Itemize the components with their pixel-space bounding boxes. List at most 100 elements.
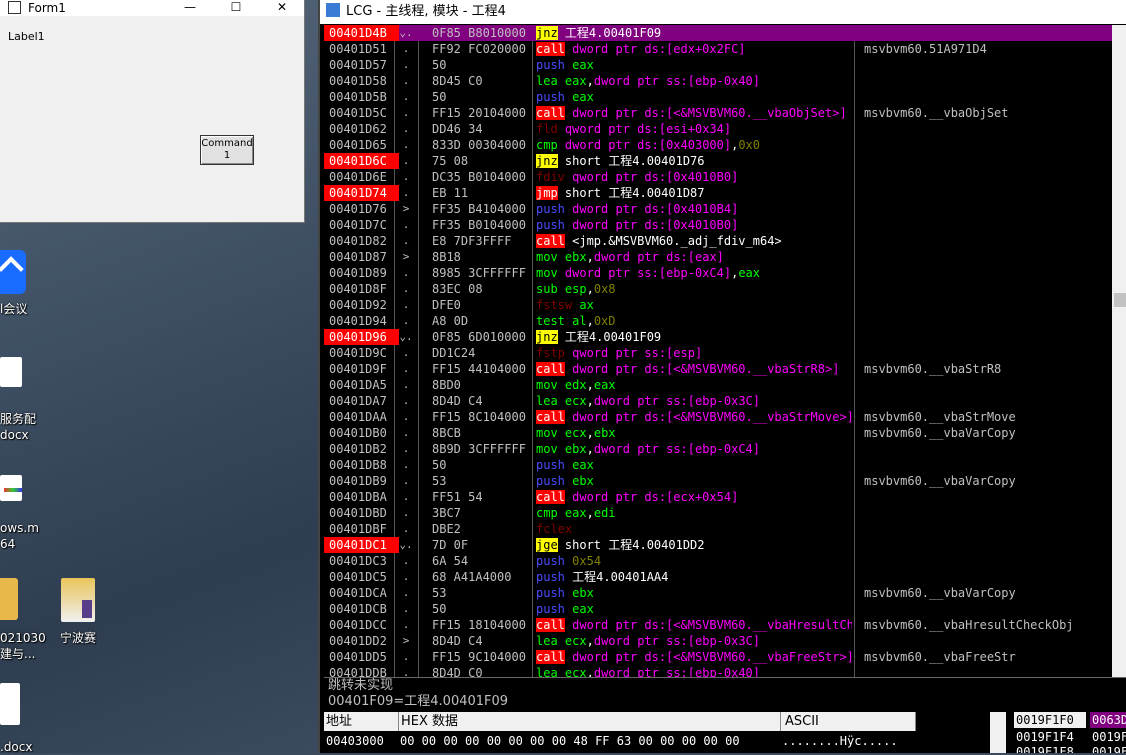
desktop-label[interactable]: 建与... bbox=[0, 647, 35, 662]
dump-col-hex[interactable]: HEX 数据 bbox=[399, 712, 781, 731]
instruction-token: qword ptr ds:[0x4010B0] bbox=[572, 170, 739, 184]
disassembly-scrollbar[interactable] bbox=[1112, 25, 1126, 677]
disasm-address: 00401D65 bbox=[329, 138, 387, 152]
disasm-row[interactable]: 00401D9F. FF15 44104000 call dword ptr ds:… bbox=[324, 361, 1112, 377]
jump-marker: . bbox=[402, 170, 410, 183]
disasm-row[interactable]: 00401D87 >8B18 mov ebx,dword ptr ds:[eax] bbox=[324, 249, 1112, 265]
disasm-instruction: jnz 工程4.00401F09 bbox=[536, 329, 852, 345]
disasm-row[interactable]: 00401D4B ⌄. 0F85 B8010000 jnz 工程4.00401F09 bbox=[324, 25, 1112, 41]
disasm-hex: DFE0 bbox=[432, 298, 461, 312]
instruction-token: ax bbox=[579, 298, 594, 312]
disasm-row[interactable]: 00401D6E. DC35 B0104000 fdiv qword ptr ds:… bbox=[324, 169, 1112, 185]
disasm-row[interactable]: 00401DBD. 3BC7 cmp eax,edi bbox=[324, 505, 1112, 521]
disasm-row[interactable]: 00401D94. A8 0D test al,0xD bbox=[324, 313, 1112, 329]
disasm-row[interactable]: 00401DCC. FF15 18104000 call dword ptr ds:… bbox=[324, 617, 1112, 633]
instruction-token: dword ptr ss:[ebp-0x40] bbox=[593, 666, 761, 677]
disasm-hex: FF35 B0104000 bbox=[432, 218, 526, 232]
instruction-token: , bbox=[586, 394, 594, 408]
disasm-row[interactable]: 00401D74. EB 11 jmp short 工程4.00401D87 bbox=[324, 185, 1112, 201]
desktop-label[interactable]: docx bbox=[0, 428, 29, 443]
disasm-row[interactable]: 00401DD2 >8D4D C4 lea ecx,dword ptr ss:[eb… bbox=[324, 633, 1112, 649]
disasm-row[interactable]: 00401D92. DFE0 fstsw ax bbox=[324, 297, 1112, 313]
disasm-row[interactable]: 00401DB2. 8B9D 3CFFFFFF mov ebx,dword ptr … bbox=[324, 441, 1112, 457]
disassembly-pane[interactable]: 00401D4B ⌄. 0F85 B8010000 jnz 工程4.00401F09 0… bbox=[324, 25, 1112, 677]
desktop-label[interactable]: 服务配 bbox=[0, 412, 36, 427]
disasm-row[interactable]: 00401DC3. 6A 54 push 0x54 bbox=[324, 553, 1112, 569]
disasm-hex: 53 bbox=[432, 586, 447, 600]
form-icon bbox=[8, 1, 21, 14]
disasm-row[interactable]: 00401DB9. 53 push ebx msvbvm60.__vbaVarCopy bbox=[324, 473, 1112, 489]
folder-icon[interactable] bbox=[0, 578, 18, 620]
jump-marker: . bbox=[402, 282, 410, 295]
disasm-row[interactable]: 00401D76 > FF35 B4104000 push dword ptr ds:… bbox=[324, 201, 1112, 217]
disasm-row[interactable]: 00401D6C. 75 08 jnz short 工程4.00401D76 bbox=[324, 153, 1112, 169]
instruction-token bbox=[558, 266, 565, 280]
stack-val-3: 0019F bbox=[1092, 745, 1126, 753]
disasm-row[interactable]: 00401DAA. FF15 8C104000 call dword ptr ds:… bbox=[324, 409, 1112, 425]
instruction-token: dword ptr ds:[<&MSVBVM60.__vbaFreeStr>] bbox=[572, 650, 852, 664]
maximize-icon[interactable]: ☐ bbox=[222, 0, 250, 16]
instruction-token: call bbox=[536, 42, 565, 56]
disasm-address: 00401D62 bbox=[329, 122, 387, 136]
dump-col-addr[interactable]: 地址 bbox=[324, 712, 399, 731]
disasm-row[interactable]: 00401DCA. 53 push ebx msvbvm60.__vbaVarCopy bbox=[324, 585, 1112, 601]
dump-col-ascii[interactable]: ASCII bbox=[781, 712, 916, 731]
dump-pane[interactable]: 地址 HEX 数据 ASCII 00403000 00 00 00 00 00 … bbox=[324, 712, 1126, 753]
disasm-instruction: jnz 工程4.00401F09 bbox=[536, 25, 852, 41]
disasm-instruction: push dword ptr ds:[0x4010B0] bbox=[536, 217, 852, 233]
instruction-token: 工程4.00401AA4 bbox=[564, 570, 669, 584]
desktop-label[interactable]: l会议 bbox=[0, 302, 27, 317]
scrollbar-thumb[interactable] bbox=[1114, 293, 1126, 307]
close-icon[interactable]: ✕ bbox=[268, 0, 296, 16]
disasm-row[interactable]: 00401DD5. FF15 9C104000 call dword ptr ds:… bbox=[324, 649, 1112, 665]
instruction-token: push bbox=[536, 602, 565, 616]
disasm-row[interactable]: 00401DBF. DBE2 fclex bbox=[324, 521, 1112, 537]
disasm-row[interactable]: 00401D62. DD46 34 fld qword ptr ds:[esi+0x… bbox=[324, 121, 1112, 137]
disasm-row[interactable]: 00401DB8. 50 push eax bbox=[324, 457, 1112, 473]
disasm-row[interactable]: 00401D89. 8985 3CFFFFFF mov dword ptr ss:[… bbox=[324, 265, 1112, 281]
disasm-row[interactable]: 00401D96 ⌄. 0F85 6D010000 jnz 工程4.00401F09 bbox=[324, 329, 1112, 345]
disasm-row[interactable]: 00401D58. 8D45 C0 lea eax,dword ptr ss:[eb… bbox=[324, 73, 1112, 89]
disasm-row[interactable]: 00401D7C. FF35 B0104000 push dword ptr ds:… bbox=[324, 217, 1112, 233]
desktop-label[interactable]: 021030 bbox=[0, 631, 46, 646]
disasm-row[interactable]: 00401D8F. 83EC 08 sub esp,0x8 bbox=[324, 281, 1112, 297]
word-doc-icon[interactable] bbox=[0, 357, 22, 387]
disasm-row[interactable]: 00401DCB. 50 push eax bbox=[324, 601, 1112, 617]
disasm-row[interactable]: 00401DA7. 8D4D C4 lea ecx,dword ptr ss:[eb… bbox=[324, 393, 1112, 409]
disasm-row[interactable]: 00401DC1 ⌄. 7D 0F jge short 工程4.00401DD2 bbox=[324, 537, 1112, 553]
disasm-row[interactable]: 00401DBA. FF51 54 call dword ptr ds:[ecx+0… bbox=[324, 489, 1112, 505]
desktop-label[interactable]: 宁波赛 bbox=[60, 631, 96, 646]
stack-addr-2: 0019F1F4 bbox=[1016, 730, 1074, 744]
debugger-titlebar[interactable]: LCG - 主线程, 模块 - 工程4 bbox=[320, 0, 1126, 24]
disasm-row[interactable]: 00401D5B. 50 push eax bbox=[324, 89, 1112, 105]
desktop-label[interactable]: ows.m bbox=[0, 521, 39, 536]
disasm-row[interactable]: 00401D5C. FF15 20104000 call dword ptr ds:… bbox=[324, 105, 1112, 121]
disasm-row[interactable]: 00401D9C. DD1C24 fstp qword ptr ss:[esp] bbox=[324, 345, 1112, 361]
disasm-row[interactable]: 00401D57. 50 push eax bbox=[324, 57, 1112, 73]
form1-titlebar[interactable]: Form1 — ☐ ✕ bbox=[0, 0, 304, 16]
desktop-label[interactable]: 64 bbox=[0, 537, 15, 552]
instruction-token: , bbox=[586, 314, 594, 328]
disasm-instruction: call dword ptr ds:[edx+0x2FC] bbox=[536, 41, 852, 57]
disasm-row[interactable]: 00401DA5. 8BD0 mov edx,eax bbox=[324, 377, 1112, 393]
instruction-token: ebx bbox=[564, 250, 587, 264]
disasm-row[interactable]: 00401DB0. 8BCB mov ecx,ebx msvbvm60.__vbaVa… bbox=[324, 425, 1112, 441]
disasm-row[interactable]: 00401D82. E8 7DF3FFFF call <jmp.&MSVBVM60.… bbox=[324, 233, 1112, 249]
disasm-address: 00401D8F bbox=[329, 282, 387, 296]
instruction-token: dword ptr ds:[<&MSVBVM60.__vbaStrR8>] bbox=[572, 362, 840, 376]
dump-scrollbar[interactable] bbox=[990, 712, 1006, 753]
disasm-row[interactable]: 00401D65. 833D 00304000 cmp dword ptr ds:[… bbox=[324, 137, 1112, 153]
command1-button[interactable]: Command 1 bbox=[200, 135, 254, 165]
disasm-hex: 68 A41A4000 bbox=[432, 570, 512, 584]
command1-label-2: 1 bbox=[223, 150, 231, 161]
minimize-icon[interactable]: — bbox=[176, 0, 204, 16]
disasm-hex: 0F85 6D010000 bbox=[432, 330, 526, 344]
word-doc-icon-2[interactable] bbox=[0, 683, 20, 725]
instruction-token: push bbox=[536, 58, 565, 72]
disasm-row[interactable]: 00401D51. FF92 FC020000 call dword ptr ds:… bbox=[324, 41, 1112, 57]
disasm-row[interactable]: 00401DC5. 68 A41A4000 push 工程4.00401AA4 bbox=[324, 569, 1112, 585]
instruction-token: edx bbox=[564, 378, 587, 392]
disasm-address: 00401DB9 bbox=[329, 474, 387, 488]
disasm-row[interactable]: 00401DDB. 8D4D C0 lea ecx,dword ptr ss:[eb… bbox=[324, 665, 1112, 677]
jump-marker: . bbox=[402, 298, 410, 311]
